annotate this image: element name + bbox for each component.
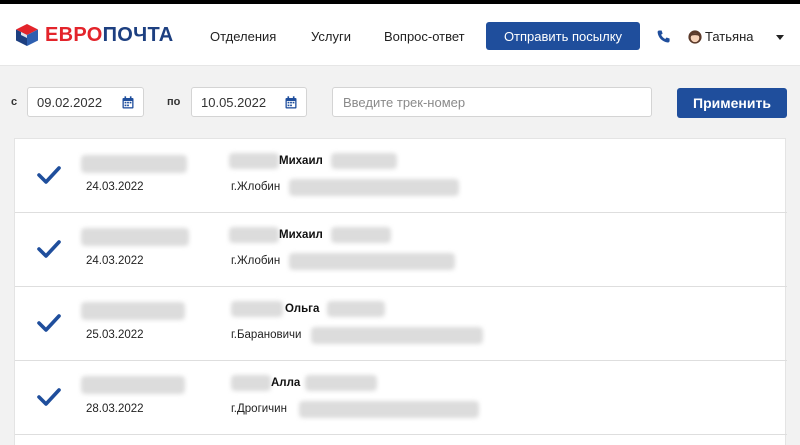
checkmark-icon xyxy=(37,240,61,258)
redacted-surname xyxy=(231,375,271,391)
shipment-date: 28.03.2022 xyxy=(86,403,144,415)
site-header: ЕВРОПОЧТА Отделения Услуги Вопрос-ответ … xyxy=(0,4,800,66)
recipient-city: г.Жлобин xyxy=(231,181,281,193)
redacted-surname xyxy=(229,153,279,169)
redacted-surname xyxy=(231,301,283,317)
date-to-value: 10.05.2022 xyxy=(201,94,267,110)
recipient-name: Ольга xyxy=(285,303,320,315)
shipment-list: 24.03.2022 Михаил г.Жлобин 24.03.2022 Ми… xyxy=(14,138,787,445)
recipient-name: Алла xyxy=(271,377,301,389)
checkmark-icon xyxy=(37,166,61,184)
recipient-city: г.Жлобин xyxy=(231,255,281,267)
redacted-surname xyxy=(229,227,279,243)
track-number-input[interactable] xyxy=(332,87,652,117)
shipment-row[interactable]: 25.03.2022 Ольга г.Барановичи xyxy=(15,287,787,361)
apply-button[interactable]: Применить xyxy=(677,88,787,118)
nav-services[interactable]: Услуги xyxy=(311,29,351,44)
redacted-track-number xyxy=(81,302,185,320)
logo-text-pochta: ПОЧТА xyxy=(102,23,174,46)
nav-branches[interactable]: Отделения xyxy=(210,29,276,44)
recipient-name: Михаил xyxy=(279,155,323,167)
evropochta-logo[interactable]: ЕВРОПОЧТА xyxy=(14,20,174,50)
calendar-icon[interactable] xyxy=(285,96,297,109)
date-from-value: 09.02.2022 xyxy=(37,94,103,110)
redacted-patronymic xyxy=(331,227,391,243)
logo-text-evro: ЕВРО xyxy=(45,23,103,46)
calendar-icon[interactable] xyxy=(122,96,134,109)
chevron-down-icon[interactable] xyxy=(776,35,784,40)
redacted-track-number xyxy=(81,228,189,246)
phone-icon[interactable] xyxy=(656,29,672,45)
redacted-patronymic xyxy=(331,153,397,169)
date-from-field[interactable]: 09.02.2022 xyxy=(27,87,144,117)
redacted-address xyxy=(289,179,459,196)
recipient-city: г.Дрогичин xyxy=(231,403,287,415)
shipment-date: 25.03.2022 xyxy=(86,329,144,341)
send-parcel-button[interactable]: Отправить посылку xyxy=(486,22,640,50)
checkmark-icon xyxy=(37,388,61,406)
nav-faq[interactable]: Вопрос-ответ xyxy=(384,29,465,44)
shipment-date: 24.03.2022 xyxy=(86,255,144,267)
checkmark-icon xyxy=(37,314,61,332)
shipment-date: 24.03.2022 xyxy=(86,181,144,193)
redacted-track-number xyxy=(81,155,187,173)
date-to-label: по xyxy=(167,96,181,108)
logo-cube-icon xyxy=(16,24,38,46)
date-to-field[interactable]: 10.05.2022 xyxy=(191,87,307,117)
redacted-track-number xyxy=(81,376,185,394)
redacted-address xyxy=(311,327,483,344)
date-from-label: с xyxy=(11,96,18,108)
redacted-address xyxy=(289,253,455,270)
recipient-name: Михаил xyxy=(279,229,323,241)
redacted-address xyxy=(299,401,479,418)
redacted-patronymic xyxy=(327,301,385,317)
user-name[interactable]: Татьяна xyxy=(705,29,753,44)
avatar-icon[interactable] xyxy=(688,30,702,44)
recipient-city: г.Барановичи xyxy=(231,329,302,341)
shipment-row[interactable]: 24.03.2022 Михаил г.Жлобин xyxy=(15,213,787,287)
shipment-row[interactable]: 28.03.2022 Алла г.Дрогичин xyxy=(15,361,787,435)
shipment-row[interactable]: 24.03.2022 Михаил г.Жлобин xyxy=(15,139,787,213)
redacted-patronymic xyxy=(305,375,377,391)
